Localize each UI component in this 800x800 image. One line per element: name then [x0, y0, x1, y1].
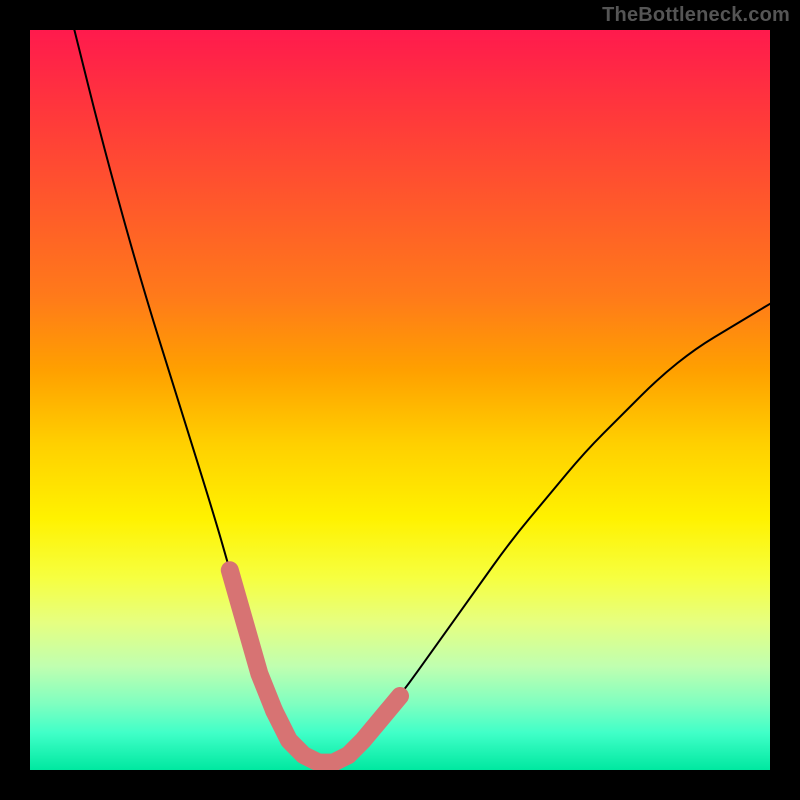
watermark-text: TheBottleneck.com [602, 4, 790, 27]
marker-segment [230, 570, 274, 711]
marker-group [230, 570, 400, 762]
chart-frame: TheBottleneck.com [0, 0, 800, 800]
marker-segment [348, 696, 400, 755]
plot-area [30, 30, 770, 770]
marker-segment [274, 711, 348, 763]
bottleneck-curve [74, 30, 770, 763]
curve-svg [30, 30, 770, 770]
